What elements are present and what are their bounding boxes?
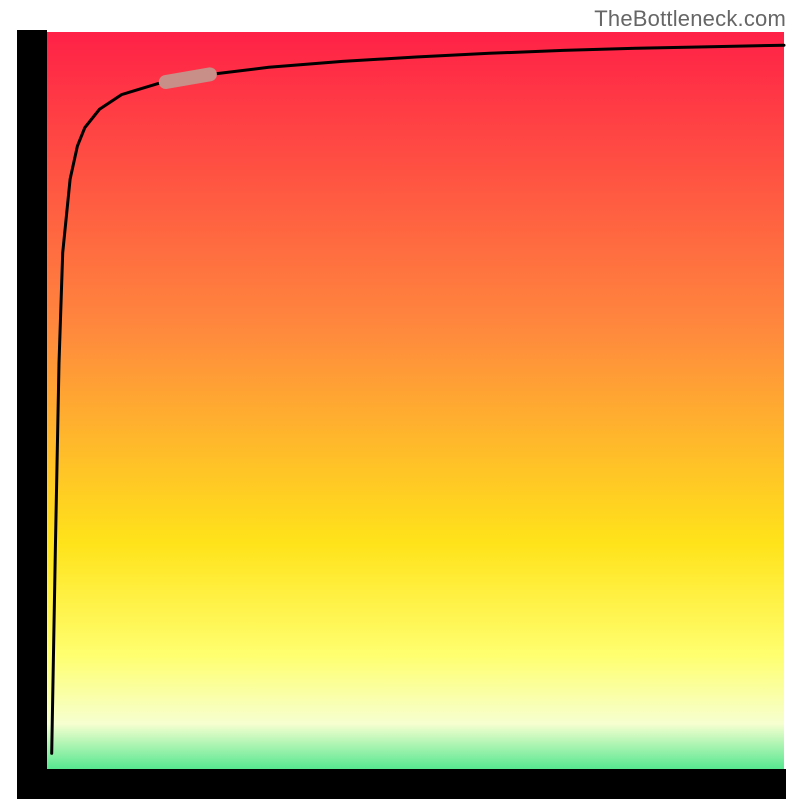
chart-container: TheBottleneck.com (0, 0, 800, 800)
curve-marker (166, 74, 210, 82)
bottleneck-chart (0, 0, 800, 800)
plot-background (32, 32, 784, 784)
watermark-text: TheBottleneck.com (594, 6, 786, 32)
